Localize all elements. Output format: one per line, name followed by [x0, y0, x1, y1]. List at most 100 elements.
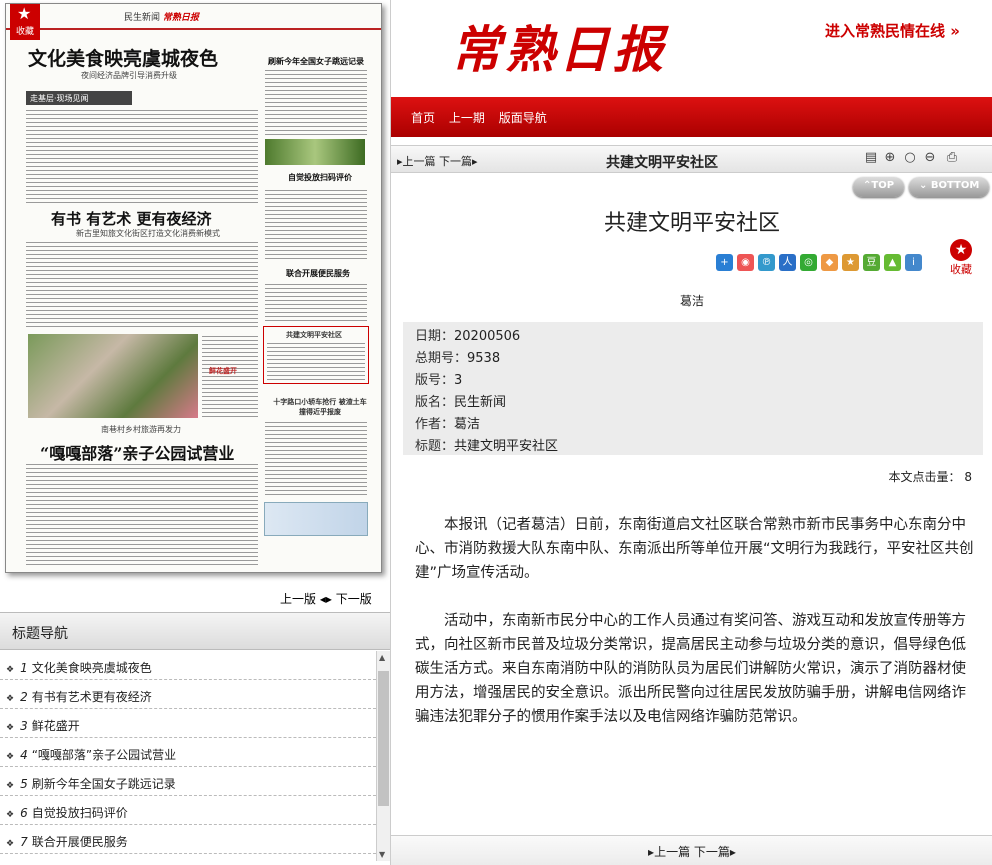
paper-headline-7[interactable]: 联合开展便民服务 [286, 268, 350, 279]
topic-item[interactable]: ❖ 4 “嘎嘎部落”亲子公园试营业 [0, 738, 376, 767]
banner-label: 进入常熟民情在线 [825, 22, 946, 40]
paper-text-block [265, 188, 367, 260]
paper-band: 走基层·现场见闻 [26, 91, 132, 105]
zoom-in-icon[interactable]: ⊕ [882, 150, 898, 166]
topic-nav-header: 标题导航 [0, 612, 390, 650]
meta-value: 民生新闻 [454, 395, 507, 410]
share-weibo-icon[interactable]: ◉ [737, 254, 754, 271]
share-qzone-icon[interactable]: ℗ [758, 254, 775, 271]
topic-label: 鲜花盛开 [31, 719, 80, 733]
topic-item[interactable]: ❖ 6 自觉投放扫码评价 [0, 796, 376, 825]
topic-item[interactable]: ❖ 2 有书有艺术更有夜经济 [0, 680, 376, 709]
topic-item[interactable]: ❖ 5 刷新今年全国女子跳远记录 [0, 767, 376, 796]
paper-headline-4[interactable]: “嘎嘎部落”亲子公园试营业 [40, 440, 234, 464]
scroll-bottom-button[interactable]: ⌄ BOTTOM [909, 177, 990, 197]
diamond-icon: ❖ [6, 781, 15, 791]
minqing-online-link[interactable]: 进入常熟民情在线 » [819, 14, 966, 46]
next-page-link[interactable]: 下一版 [336, 592, 372, 606]
meta-value: 共建文明平安社区 [454, 439, 559, 454]
next-article-link[interactable]: 下一篇 [439, 155, 472, 168]
left-panel: 收藏 民生新闻 常熟日报 文化美食映亮虞城夜色 夜间经济品牌引导消费升级 走基层… [0, 0, 390, 865]
paper-brand: 常熟日报 [162, 13, 199, 23]
paper-headline-1[interactable]: 文化美食映亮虞城夜色 [28, 44, 218, 71]
meta-value: 20200506 [454, 329, 521, 344]
scroll-top-button[interactable]: ⌃TOP [853, 177, 905, 197]
zoom-reset-icon[interactable]: ○ [902, 150, 918, 166]
meta-key: 作者： [415, 417, 455, 432]
paper-text-block [265, 282, 367, 322]
share-more-icon[interactable]: + [716, 254, 733, 271]
diamond-icon: ❖ [6, 752, 15, 762]
zoom-out-icon[interactable]: ⊖ [922, 150, 938, 166]
favorite-label: 收藏 [950, 263, 972, 276]
paper-headline-6[interactable]: 自觉投放扫码评价 [288, 172, 352, 183]
scroll-up-icon[interactable]: ▲ [379, 653, 385, 662]
nav-prev-issue[interactable]: 上一期 [449, 111, 485, 125]
article-paragraph: 活动中，东南新市民分中心的工作人员通过有奖问答、游戏互动和发放宣传册等方式，向社… [415, 613, 966, 725]
main-nav-bar: 首页 上一期 版面导航 [391, 97, 992, 137]
meta-key: 日期： [415, 329, 455, 344]
page-navigation: 上一版 ◂▸ 下一版 [280, 590, 372, 607]
paper-headline-9[interactable]: 十字路口小轿车抢行 被渣土车撞得近乎报废 [272, 397, 368, 417]
paper-headline-8: 共建文明平安社区 [286, 331, 342, 339]
bottom-label: BOTTOM [930, 180, 980, 191]
paper-subhead-3: 南巷村乡村旅游再发力 [101, 425, 181, 434]
topic-num: 4 [20, 748, 28, 762]
nav-home[interactable]: 首页 [411, 111, 435, 125]
scrollbar-thumb[interactable] [378, 671, 389, 806]
paper-fav-badge[interactable]: 收藏 [10, 4, 40, 40]
paper-text-block [26, 240, 258, 330]
bottom-prev-link[interactable]: 上一篇 [654, 845, 690, 859]
topic-scrollbar[interactable]: ▲ ▼ [376, 651, 390, 861]
newspaper-page-thumbnail[interactable]: 收藏 民生新闻 常熟日报 文化美食映亮虞城夜色 夜间经济品牌引导消费升级 走基层… [5, 3, 382, 573]
toolbar-prev-next: ▸上一篇 下一篇▸ [397, 153, 478, 169]
share-douban-icon[interactable]: 豆 [863, 254, 880, 271]
topic-list: ❖ 1 文化美食映亮虞城夜色 ❖ 2 有书有艺术更有夜经济 ❖ 3 鲜花盛开 ❖ 4 “嘎嘎部落… [0, 651, 376, 854]
paper-photo [28, 334, 198, 418]
share-bar: + ◉ ℗ 人 ◎ ◆ ★ 豆 ▲ i [716, 250, 926, 271]
paper-current-article-highlight[interactable]: 共建文明平安社区 [263, 326, 369, 384]
favorite-button[interactable]: ★ 收藏 [947, 239, 975, 277]
diamond-icon: ❖ [6, 665, 15, 675]
bottom-next-link[interactable]: 下一篇 [694, 845, 730, 859]
topic-label: 有书有艺术更有夜经济 [31, 690, 152, 704]
share-info-icon[interactable]: i [905, 254, 922, 271]
triangle-right-icon: ▸ [325, 592, 332, 606]
paper-fav-label: 收藏 [15, 27, 34, 37]
paper-text-block [202, 334, 258, 418]
diamond-icon: ❖ [6, 810, 15, 820]
newspaper-logo[interactable]: 常熟日报 [451, 10, 667, 82]
paper-headline-3[interactable]: 鲜花盛开 [209, 366, 237, 376]
article-meta-box: 日期：20200506 总期号：9538 版号：3 版名：民生新闻 作者：葛洁 … [403, 322, 983, 455]
meta-row: 总期号：9538 [415, 348, 983, 370]
scroll-down-icon[interactable]: ▼ [379, 850, 385, 859]
share-pengyou-icon[interactable]: ▲ [884, 254, 901, 271]
topic-num: 3 [20, 719, 28, 733]
topic-item[interactable]: ❖ 3 鲜花盛开 [0, 709, 376, 738]
paper-headline-5[interactable]: 刷新今年全国女子跳远记录 [268, 56, 364, 67]
meta-key: 版名： [415, 395, 455, 410]
share-wechat-icon[interactable]: ◎ [800, 254, 817, 271]
topic-num: 2 [20, 690, 28, 704]
prev-page-link[interactable]: 上一版 [280, 592, 316, 606]
topic-num: 1 [20, 661, 28, 675]
paper-ad [264, 502, 368, 536]
topic-item[interactable]: ❖ 1 文化美食映亮虞城夜色 [0, 651, 376, 680]
diamond-icon: ❖ [6, 839, 15, 849]
share-renren-icon[interactable]: 人 [779, 254, 796, 271]
meta-row: 标题：共建文明平安社区 [415, 436, 983, 458]
prev-article-link[interactable]: 上一篇 [403, 155, 436, 168]
meta-key: 标题： [415, 439, 455, 454]
meta-value: 3 [454, 373, 463, 388]
meta-row: 日期：20200506 [415, 326, 983, 348]
meta-key: 总期号： [415, 351, 468, 366]
topic-label: 文化美食映亮虞城夜色 [31, 661, 152, 675]
share-kaixin-icon[interactable]: ◆ [821, 254, 838, 271]
print-icon[interactable]: ⎙ [944, 150, 960, 166]
topic-item[interactable]: ❖ 7 联合开展便民服务 [0, 825, 376, 854]
nav-layout[interactable]: 版面导航 [499, 111, 547, 125]
notepad-icon[interactable]: ▤ [863, 150, 879, 166]
paper-headline-2[interactable]: 有书 有艺术 更有夜经济 [51, 208, 211, 229]
share-star-icon[interactable]: ★ [842, 254, 859, 271]
article-title: 共建文明平安社区 [603, 211, 780, 236]
